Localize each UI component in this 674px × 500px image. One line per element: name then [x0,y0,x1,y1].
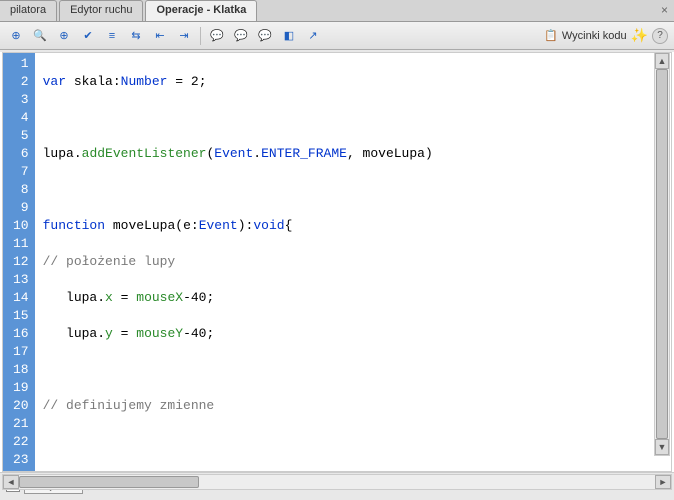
help-icon[interactable]: ? [652,28,668,44]
editor: 1 2 3 4 5 6 7 8 9 10 11 12 13 14 15 16 1… [0,52,674,472]
line-number: 17 [13,343,29,361]
line-number: 2 [13,73,29,91]
scroll-thumb[interactable] [656,69,668,439]
scroll-up-icon[interactable]: ▲ [655,53,669,69]
code-text[interactable]: var skala:Number = 2; lupa.addEventListe… [35,53,671,471]
vertical-scrollbar[interactable]: ▲ ▼ [654,52,670,456]
add-icon[interactable]: ⊕ [6,26,26,46]
snippets-label: Wycinki kodu [562,30,627,42]
line-number: 10 [13,217,29,235]
line-number: 9 [13,199,29,217]
line-number: 22 [13,433,29,451]
breakpoint-icon[interactable]: ◧ [279,26,299,46]
line-number: 8 [13,181,29,199]
toolbar: ⊕ 🔍 ⊕ ✔ ≡ ⇆ ⇤ ⇥ 💬 💬 💬 ◧ ↗ 📋 Wycinki kodu… [0,22,674,50]
line-number: 18 [13,361,29,379]
line-number: 7 [13,163,29,181]
comment-icon[interactable]: 💬 [255,26,275,46]
line-number: 6 [13,145,29,163]
check-icon[interactable]: ✔ [78,26,98,46]
outdent-icon[interactable]: ⇤ [150,26,170,46]
line-number: 14 [13,289,29,307]
format-icon[interactable]: ≡ [102,26,122,46]
horizontal-scrollbar[interactable]: ◄ ► [2,474,672,490]
line-number: 15 [13,307,29,325]
line-number: 24 [13,469,29,472]
line-number: 1 [13,55,29,73]
line-number: 21 [13,415,29,433]
line-number: 16 [13,325,29,343]
line-number: 23 [13,451,29,469]
line-number: 4 [13,109,29,127]
separator [200,27,201,45]
scroll-right-icon[interactable]: ► [655,475,671,489]
snippets-icon: 📋 [544,29,558,42]
scroll-left-icon[interactable]: ◄ [3,475,19,489]
line-number: 20 [13,397,29,415]
indent-icon[interactable]: ⇥ [174,26,194,46]
tab-motion-editor[interactable]: Edytor ruchu [59,0,143,21]
goto-icon[interactable]: ↗ [303,26,323,46]
line-number: 3 [13,91,29,109]
tab-operations-frame[interactable]: Operacje - Klatka [145,0,257,21]
code-snippets-button[interactable]: 📋 Wycinki kodu [544,29,626,42]
code-area[interactable]: 1 2 3 4 5 6 7 8 9 10 11 12 13 14 15 16 1… [2,52,672,472]
target-icon[interactable]: ⊕ [54,26,74,46]
line-number: 12 [13,253,29,271]
close-icon[interactable]: × [661,3,668,17]
comment-orange-icon[interactable]: 💬 [231,26,251,46]
find-icon[interactable]: 🔍 [30,26,50,46]
scroll-down-icon[interactable]: ▼ [655,439,669,455]
scroll-thumb[interactable] [19,476,199,488]
line-number: 11 [13,235,29,253]
tab-bar: pilatora Edytor ruchu Operacje - Klatka … [0,0,674,22]
line-number: 5 [13,127,29,145]
tab-compiler[interactable]: pilatora [0,0,57,21]
line-number: 19 [13,379,29,397]
collapse-icon[interactable]: ⇆ [126,26,146,46]
line-number: 13 [13,271,29,289]
wand-icon[interactable]: ✨ [631,27,648,44]
comment-block-icon[interactable]: 💬 [207,26,227,46]
line-gutter: 1 2 3 4 5 6 7 8 9 10 11 12 13 14 15 16 1… [3,53,35,471]
